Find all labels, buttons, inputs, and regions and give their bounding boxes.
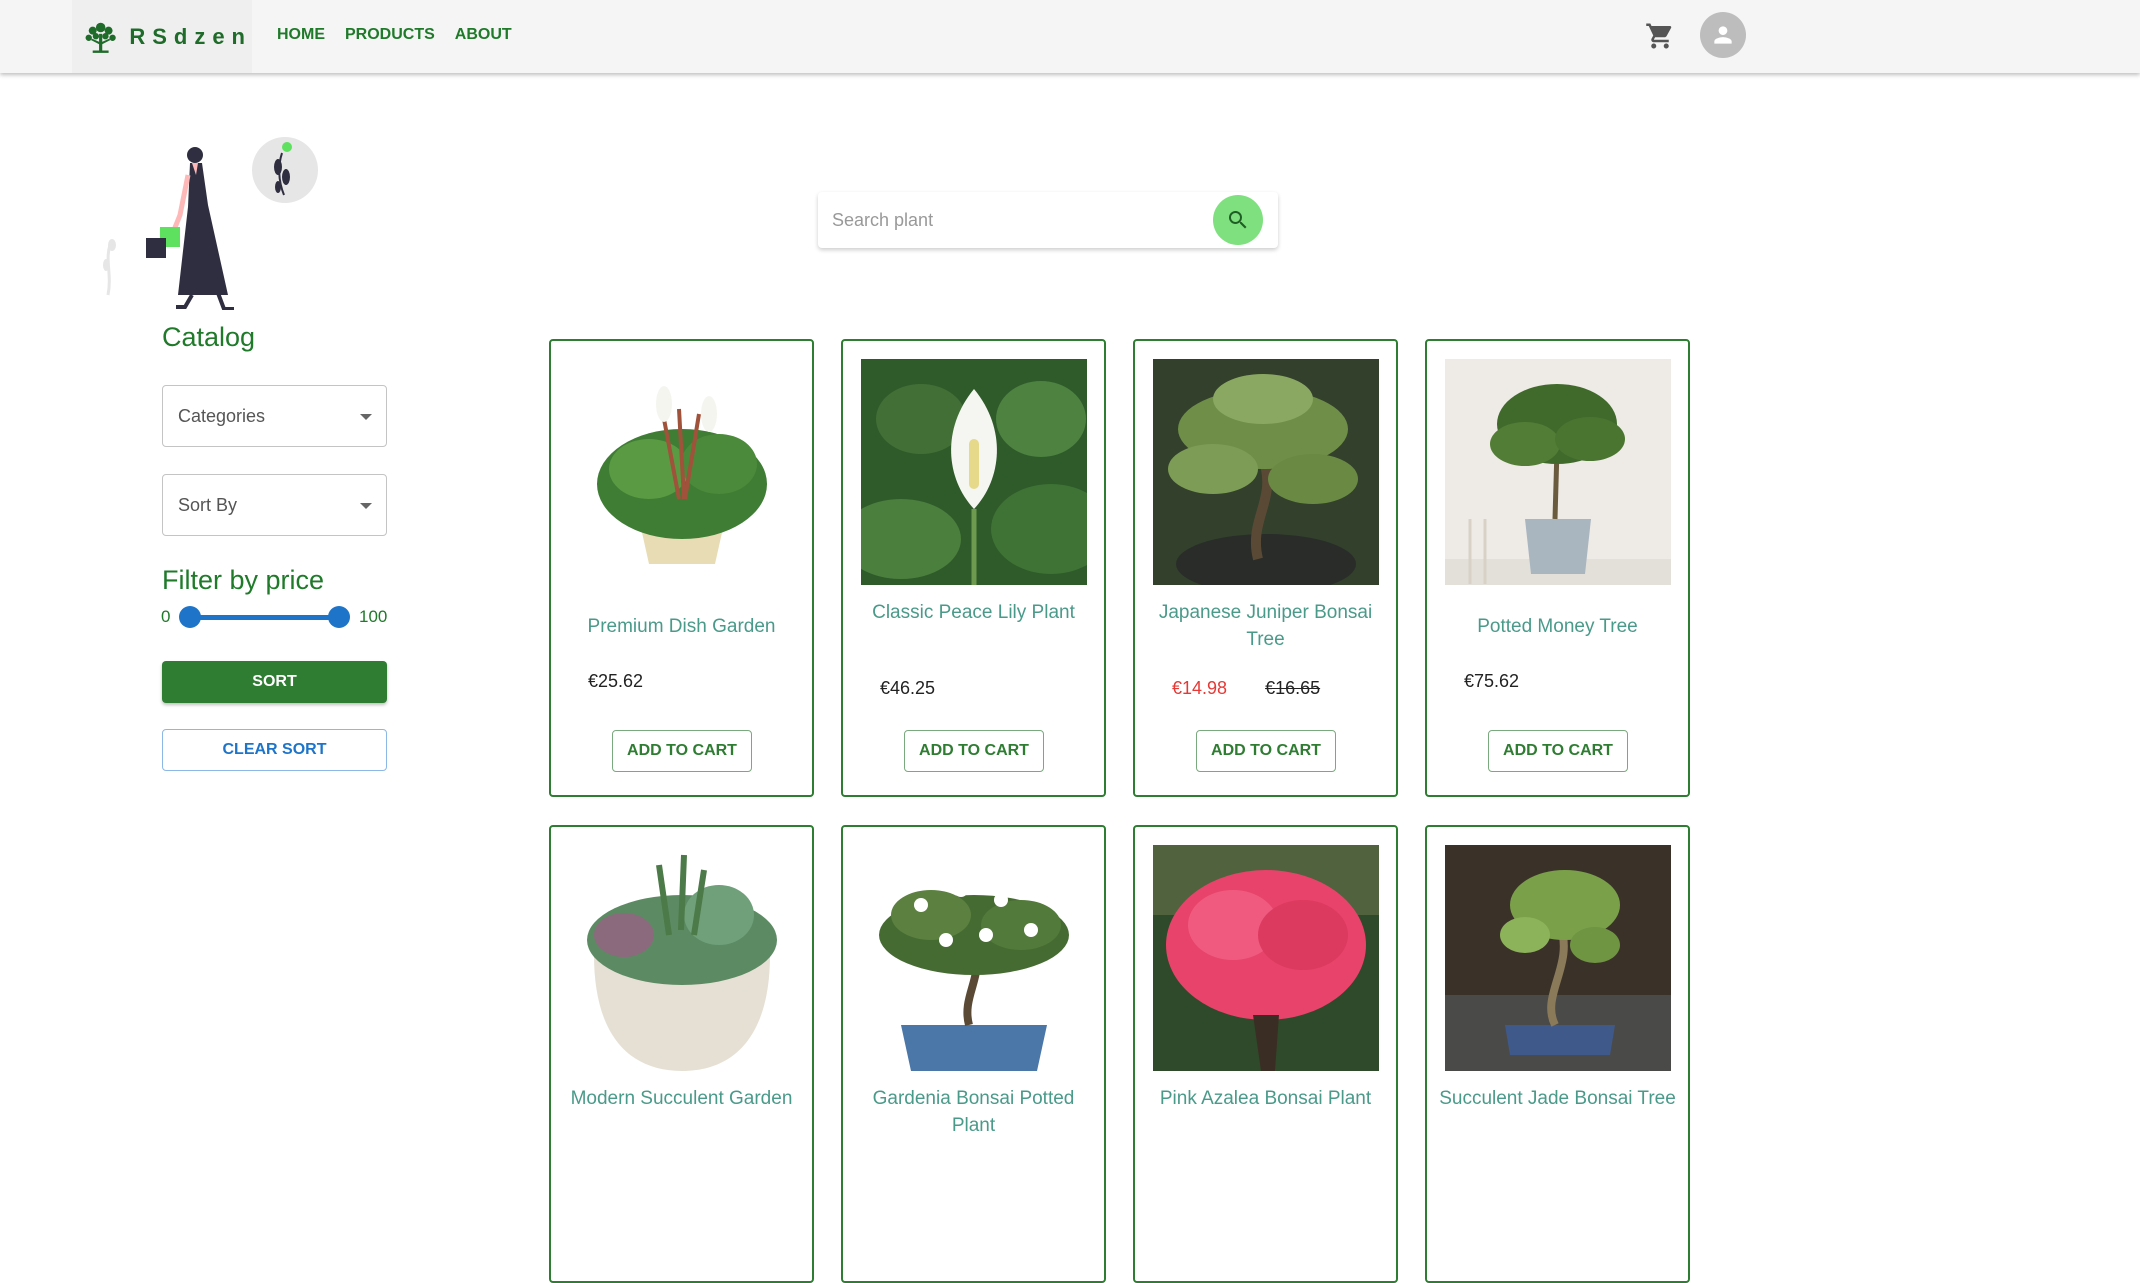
search-bar xyxy=(818,192,1278,248)
nav-products[interactable]: PRODUCTS xyxy=(345,26,435,44)
product-name[interactable]: Japanese Juniper Bonsai Tree xyxy=(1145,599,1386,653)
add-to-cart-button[interactable]: ADD TO CART xyxy=(1488,730,1628,772)
product-image xyxy=(1445,845,1671,1071)
product-image xyxy=(861,359,1087,585)
filter-by-price-heading: Filter by price xyxy=(162,565,325,595)
sort-by-select[interactable]: Sort By xyxy=(162,474,387,536)
price-slider-track[interactable] xyxy=(189,615,341,620)
shopping-cart-icon[interactable] xyxy=(1645,21,1675,51)
nav-about[interactable]: ABOUT xyxy=(455,26,512,44)
product-image xyxy=(1153,359,1379,585)
product-card: Gardenia Bonsai Potted Plant xyxy=(841,825,1106,1283)
product-card: Potted Money Tree €75.62 ADD TO CART xyxy=(1425,339,1690,797)
product-name[interactable]: Pink Azalea Bonsai Plant xyxy=(1145,1085,1386,1112)
product-image xyxy=(1445,359,1671,585)
dropdown-caret-icon xyxy=(360,503,372,509)
product-name[interactable]: Premium Dish Garden xyxy=(561,613,802,640)
price-slider-max-thumb[interactable] xyxy=(328,606,350,628)
shopping-woman-illustration xyxy=(103,137,318,310)
search-button[interactable] xyxy=(1213,195,1263,245)
product-price: €75.62 xyxy=(1464,671,1520,691)
catalog-heading: Catalog xyxy=(162,322,256,352)
add-to-cart-button[interactable]: ADD TO CART xyxy=(612,730,752,772)
price-range-min: 0 xyxy=(161,607,171,626)
categories-select[interactable]: Categories xyxy=(162,385,387,447)
product-image xyxy=(1153,845,1379,1071)
product-card: Premium Dish Garden €25.62 ADD TO CART xyxy=(549,339,814,797)
product-card: Pink Azalea Bonsai Plant xyxy=(1133,825,1398,1283)
product-name[interactable]: Gardenia Bonsai Potted Plant xyxy=(853,1085,1094,1139)
product-card: Japanese Juniper Bonsai Tree €14.98 €16.6… xyxy=(1133,339,1398,797)
clear-sort-button[interactable]: CLEAR SORT xyxy=(162,729,387,771)
add-to-cart-button[interactable]: ADD TO CART xyxy=(904,730,1044,772)
product-card: Classic Peace Lily Plant €46.25 ADD TO C… xyxy=(841,339,1106,797)
user-avatar[interactable] xyxy=(1700,12,1746,58)
product-price-group: €14.98 €16.65 xyxy=(1172,678,1320,699)
product-price: €46.25 xyxy=(880,678,936,698)
price-range-max: 100 xyxy=(359,607,388,626)
product-image xyxy=(569,845,795,1071)
price-slider-min-thumb[interactable] xyxy=(179,606,201,628)
product-original-price: €16.65 xyxy=(1265,678,1321,698)
tree-logo-icon xyxy=(85,22,116,53)
product-image xyxy=(569,359,795,585)
product-name[interactable]: Succulent Jade Bonsai Tree xyxy=(1437,1085,1678,1112)
sort-by-select-label: Sort By xyxy=(178,494,238,515)
person-icon xyxy=(1714,26,1732,44)
sort-button[interactable]: SORT xyxy=(162,661,387,703)
categories-select-label: Categories xyxy=(178,405,266,426)
nav-home[interactable]: HOME xyxy=(277,26,325,44)
search-icon xyxy=(1229,211,1247,229)
product-card: Succulent Jade Bonsai Tree xyxy=(1425,825,1690,1283)
product-image xyxy=(861,845,1087,1071)
app-header: RSdzen HOME PRODUCTS ABOUT xyxy=(0,0,2140,73)
brand-logo[interactable]: RSdzen xyxy=(72,0,252,73)
search-input[interactable] xyxy=(832,206,1192,234)
dropdown-caret-icon xyxy=(360,414,372,420)
product-card: Modern Succulent Garden xyxy=(549,825,814,1283)
product-price: €25.62 xyxy=(588,671,644,691)
main-nav: HOME PRODUCTS ABOUT xyxy=(277,0,512,70)
brand-name: RSdzen xyxy=(129,23,252,49)
add-to-cart-button[interactable]: ADD TO CART xyxy=(1196,730,1336,772)
product-name[interactable]: Modern Succulent Garden xyxy=(561,1085,802,1112)
product-sale-price: €14.98 xyxy=(1172,678,1228,698)
product-name[interactable]: Classic Peace Lily Plant xyxy=(853,599,1094,626)
product-name[interactable]: Potted Money Tree xyxy=(1437,613,1678,640)
